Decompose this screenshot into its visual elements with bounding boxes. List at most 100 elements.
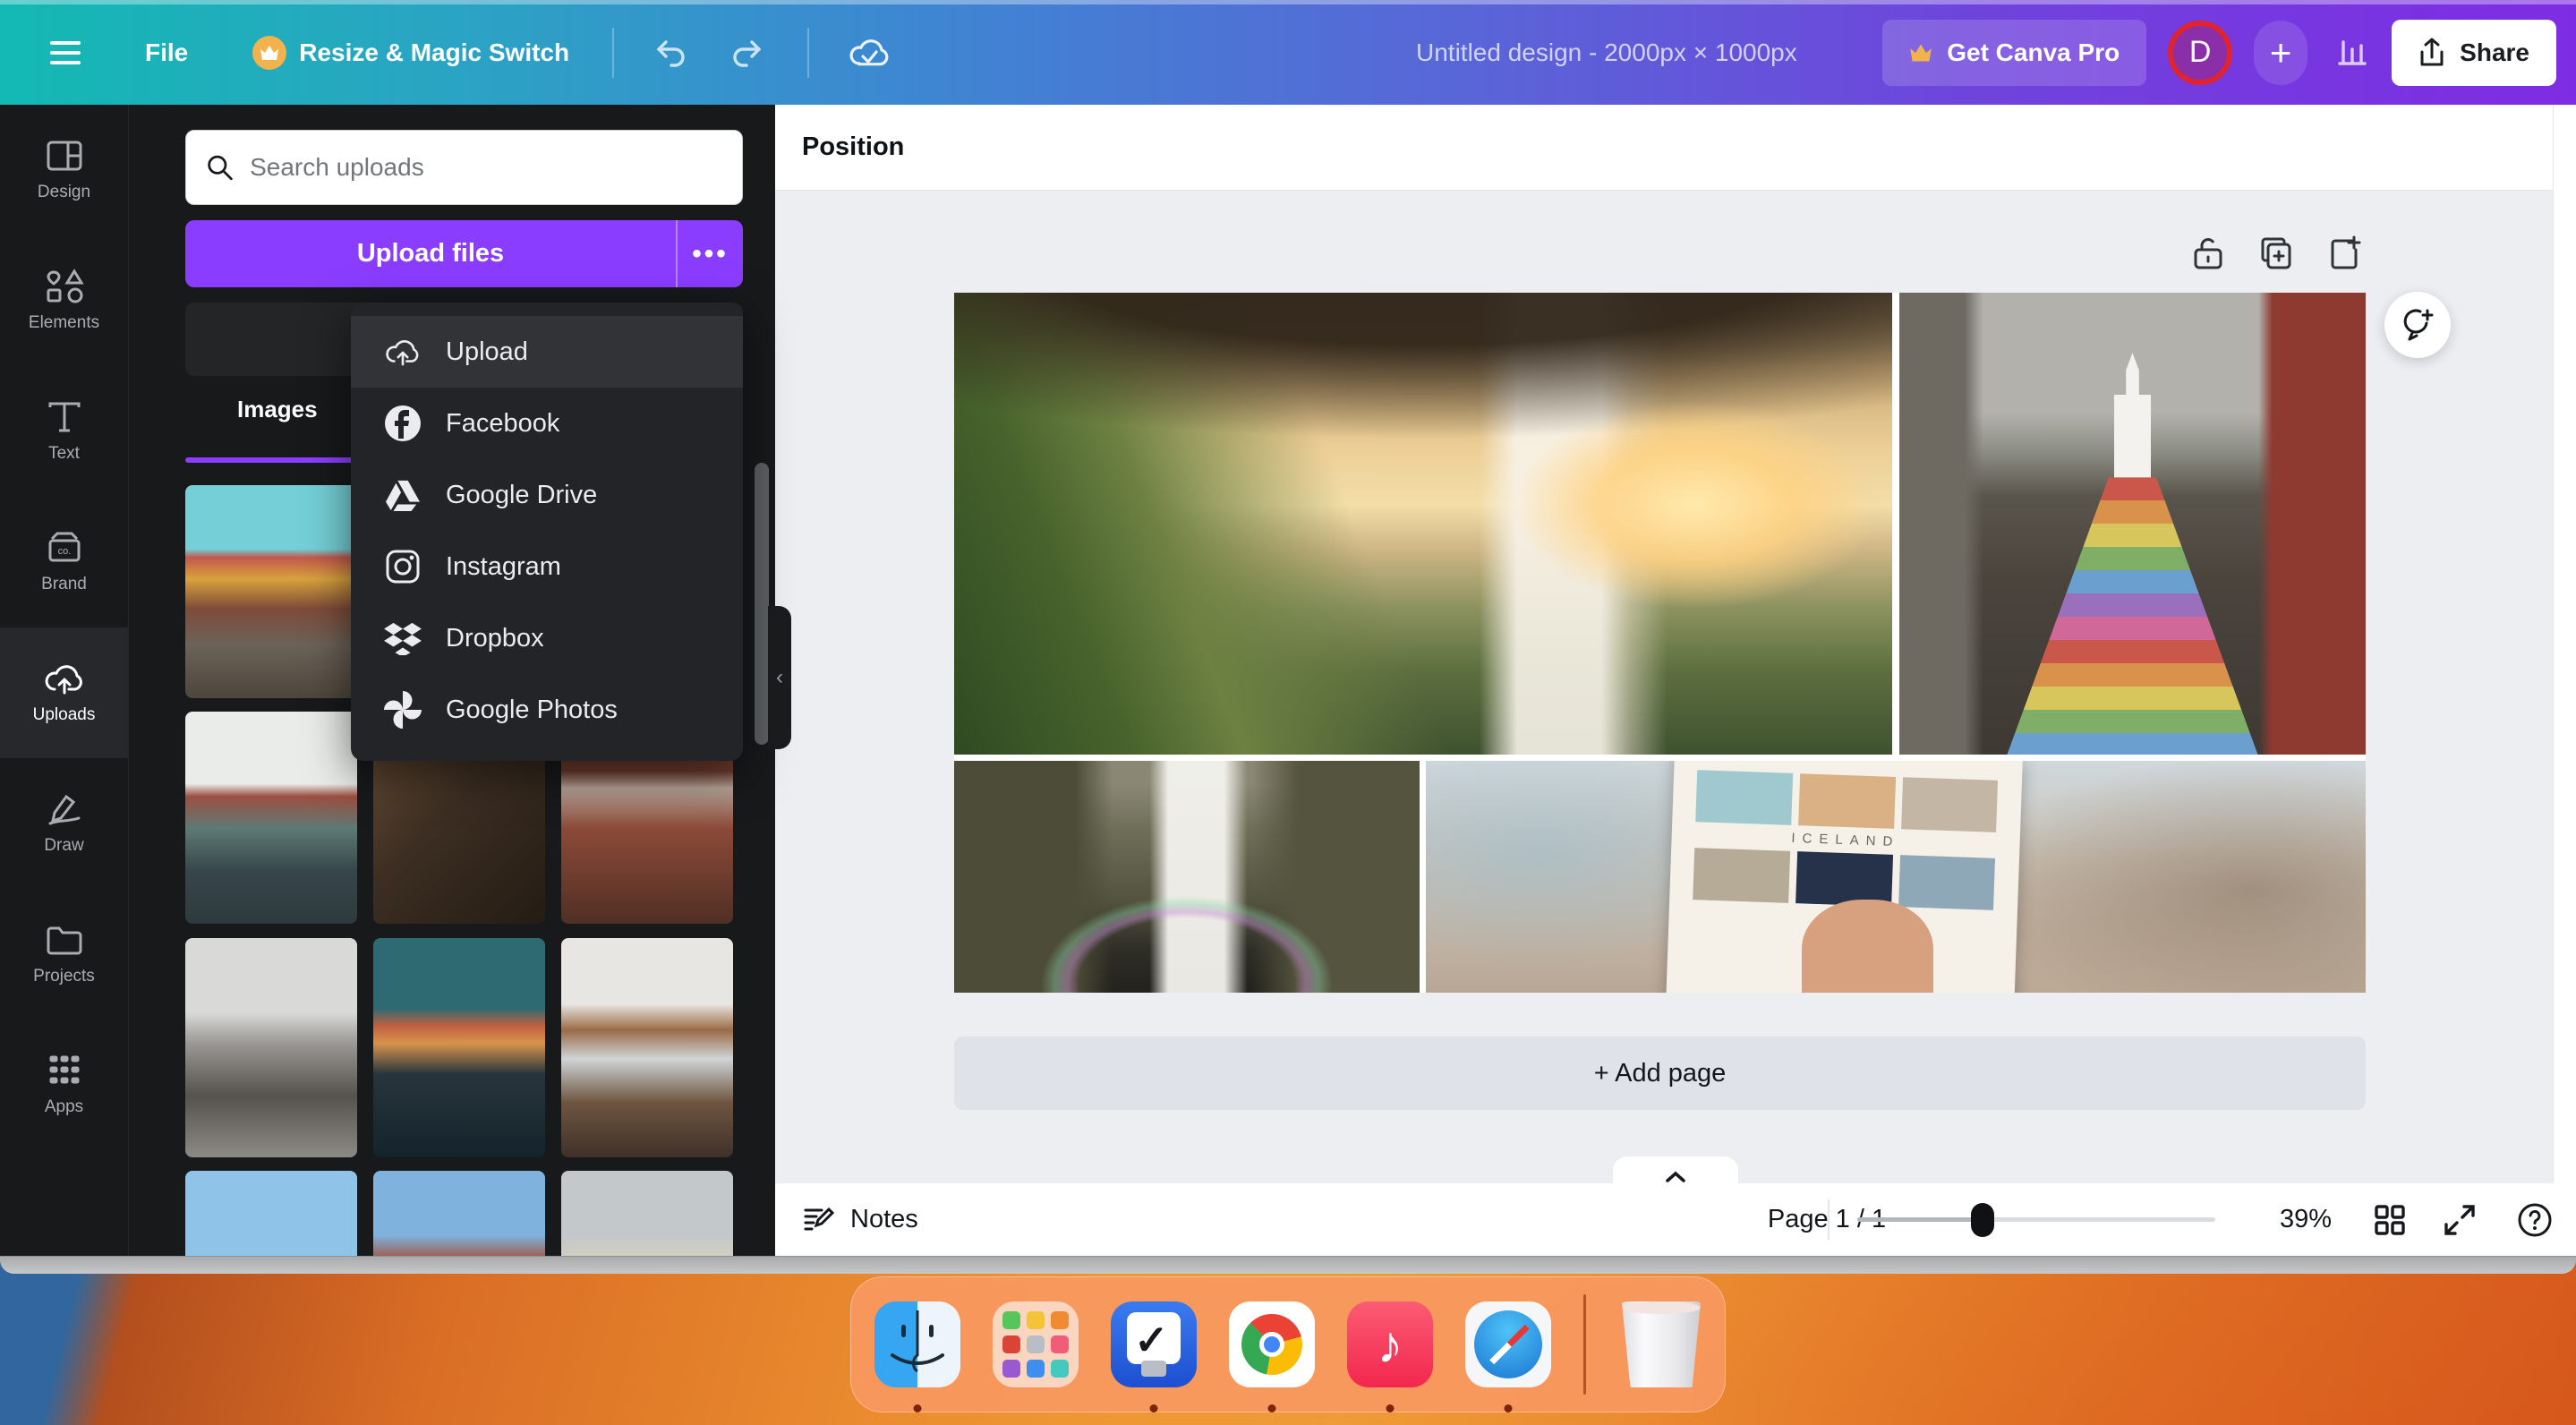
upload-thumbnail[interactable] (561, 1171, 733, 1256)
upload-files-label: Upload files (185, 220, 676, 287)
svg-text:co.: co. (57, 546, 71, 557)
account-avatar[interactable]: D (2168, 21, 2232, 85)
menu-item-google-photos[interactable]: Google Photos (351, 674, 743, 746)
menu-item-instagram[interactable]: Instagram (351, 531, 743, 602)
design-page[interactable]: ICELAND (954, 293, 2366, 993)
window-bottom-edge (0, 1256, 2576, 1274)
design-title[interactable]: Untitled design - 2000px × 1000px (1416, 0, 1846, 105)
upload-thumbnail[interactable] (561, 938, 733, 1157)
tab-images[interactable]: Images (237, 396, 318, 423)
upload-thumbnail[interactable] (185, 485, 357, 698)
menu-item-label: Google Drive (446, 481, 597, 510)
search-uploads-input[interactable] (250, 153, 722, 182)
zoom-slider-fill (1857, 1217, 1983, 1222)
zoom-slider-handle[interactable] (1971, 1203, 1994, 1237)
resize-magic-switch-button[interactable]: Resize & Magic Switch (252, 36, 569, 70)
share-button[interactable]: Share (2392, 20, 2556, 86)
notes-icon (802, 1204, 834, 1236)
file-menu-button[interactable]: File (145, 38, 188, 67)
sidebar-item-label: Text (48, 444, 80, 464)
sidebar-rail: Design Elements Text co. Brand (0, 105, 128, 1256)
dock-item-checklist-app[interactable]: ✓ (1111, 1301, 1197, 1387)
expand-bottom-panel-tab[interactable] (1613, 1156, 1738, 1183)
sidebar-item-design[interactable]: Design (0, 105, 128, 235)
rainbow-path (1983, 477, 2282, 755)
upload-thumbnail[interactable] (185, 712, 357, 924)
search-uploads-box[interactable] (185, 130, 743, 205)
upload-files-button[interactable]: Upload files ••• (185, 220, 743, 287)
dock-item-finder[interactable] (874, 1301, 960, 1387)
sidebar-item-draw[interactable]: Draw (0, 758, 128, 889)
sidebar-item-label: Apps (45, 1097, 83, 1117)
page-image-waterfall-cave[interactable] (954, 293, 1892, 755)
notes-label: Notes (850, 1205, 918, 1234)
insights-chart-icon[interactable] (2334, 35, 2370, 71)
sidebar-item-label: Uploads (33, 705, 96, 725)
add-page-icon[interactable] (2329, 235, 2363, 271)
canvas-area: Position (775, 105, 2576, 1256)
dock-item-launchpad[interactable] (993, 1301, 1079, 1387)
dock-item-trash[interactable] (1618, 1301, 1704, 1387)
resize-magic-switch-label: Resize & Magic Switch (299, 38, 569, 67)
cloud-saved-icon (849, 35, 890, 71)
sidebar-item-elements[interactable]: Elements (0, 235, 128, 366)
google-photos-icon (383, 690, 422, 730)
avatar-initial: D (2189, 35, 2212, 70)
menu-item-label: Google Photos (446, 695, 618, 725)
add-member-button[interactable]: + (2254, 21, 2307, 85)
menu-item-dropbox[interactable]: Dropbox (351, 602, 743, 674)
menu-item-facebook[interactable]: Facebook (351, 388, 743, 459)
launchpad-icon (993, 1301, 1079, 1387)
position-button[interactable]: Position (802, 132, 904, 162)
status-bar: Notes Page 1 / 1 39% (775, 1183, 2576, 1256)
undo-icon[interactable] (653, 37, 689, 69)
panel-scrollbar[interactable] (755, 463, 769, 745)
sidebar-item-brand[interactable]: co. Brand (0, 497, 128, 627)
upload-cloud-icon (383, 332, 422, 371)
add-comment-button[interactable] (2384, 292, 2451, 358)
page-image-postcard[interactable]: ICELAND (1426, 761, 2366, 993)
page-image-rainbow-path[interactable] (1899, 293, 2366, 755)
menu-item-label: Dropbox (446, 624, 544, 653)
dock-item-music[interactable]: ♪ (1347, 1301, 1433, 1387)
screen: File Resize & Magic Switch (0, 0, 2576, 1425)
dock-item-safari[interactable] (1465, 1301, 1551, 1387)
google-drive-icon (383, 475, 422, 515)
sidebar-item-projects[interactable]: Projects (0, 889, 128, 1020)
page-image-skogafoss[interactable] (954, 761, 1420, 993)
fullscreen-icon[interactable] (2444, 1204, 2476, 1236)
notes-button[interactable]: Notes (802, 1204, 918, 1236)
sidebar-item-label: Draw (44, 836, 83, 856)
instagram-icon (383, 547, 422, 586)
duplicate-page-icon[interactable] (2259, 235, 2293, 271)
sidebar-item-label: Projects (33, 967, 95, 986)
search-icon (206, 152, 234, 183)
safari-icon (1465, 1301, 1551, 1387)
dock-item-chrome[interactable] (1229, 1301, 1315, 1387)
sidebar-item-text[interactable]: Text (0, 366, 128, 497)
get-canva-pro-label: Get Canva Pro (1947, 38, 2120, 67)
lock-icon[interactable] (2193, 235, 2223, 271)
panel-collapse-button[interactable]: ‹ (768, 606, 791, 749)
zoom-percent[interactable]: 39% (2252, 1205, 2359, 1234)
menu-icon[interactable] (50, 41, 81, 64)
upload-thumbnail[interactable] (185, 1171, 357, 1256)
sidebar-item-label: Elements (29, 313, 99, 333)
upload-thumbnail[interactable] (373, 1171, 545, 1256)
add-page-button[interactable]: + Add page (954, 1037, 2366, 1110)
upload-thumbnail[interactable] (373, 938, 545, 1157)
menu-item-google-drive[interactable]: Google Drive (351, 459, 743, 531)
sidebar-item-uploads[interactable]: Uploads (0, 627, 128, 758)
menu-item-upload[interactable]: Upload (351, 316, 743, 388)
grid-view-icon[interactable] (2374, 1204, 2406, 1236)
zoom-slider[interactable] (1857, 1217, 2215, 1222)
upload-thumbnail[interactable] (185, 938, 357, 1157)
canvas-scrollbar[interactable] (2553, 105, 2576, 1183)
help-icon[interactable] (2517, 1202, 2553, 1238)
sidebar-item-apps[interactable]: Apps (0, 1020, 128, 1150)
running-indicator (1386, 1404, 1395, 1412)
upload-more-options-button[interactable]: ••• (676, 220, 743, 287)
trash-icon (1618, 1301, 1704, 1387)
redo-icon[interactable] (729, 37, 764, 69)
get-canva-pro-button[interactable]: Get Canva Pro (1882, 20, 2146, 86)
